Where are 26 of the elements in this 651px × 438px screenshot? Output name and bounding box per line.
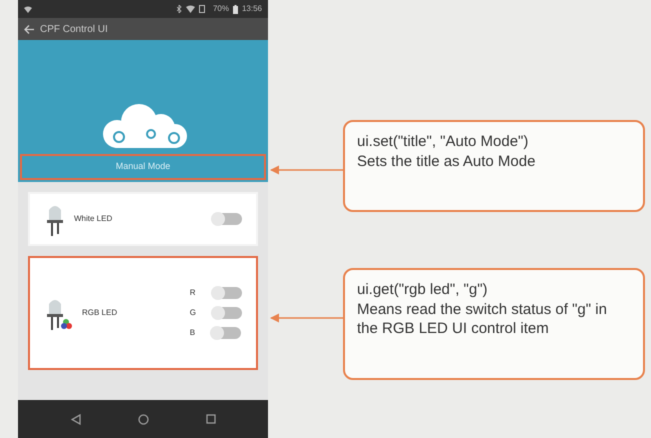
callout-text: Means read the switch status of "g" in the RGB LED UI control item — [357, 300, 608, 338]
control-label: RGB LED — [82, 307, 118, 319]
sim-icon — [198, 5, 205, 13]
control-label: White LED — [74, 213, 112, 225]
mode-title: Manual Mode — [20, 154, 266, 180]
battery-text: 70% — [212, 3, 229, 15]
back-icon[interactable] — [70, 414, 80, 424]
switch-label: G — [190, 307, 196, 319]
wifi-icon — [186, 5, 195, 13]
switch-label: R — [190, 287, 196, 299]
toggle-switch[interactable] — [212, 287, 242, 299]
toggle-switch[interactable] — [211, 327, 242, 339]
home-icon[interactable] — [138, 414, 148, 424]
back-arrow-icon[interactable] — [24, 24, 34, 34]
toggle-switch[interactable] — [212, 307, 242, 319]
notification-icon — [24, 6, 32, 12]
app-title: CPF Control UI — [40, 22, 108, 36]
time-text: 13:56 — [242, 3, 262, 15]
code-line: ui.get("rgb led", "g") — [357, 280, 489, 300]
callout-text: Sets the title as Auto Mode — [357, 152, 536, 171]
bluetooth-icon — [176, 5, 182, 13]
switch-label: B — [190, 327, 196, 339]
battery-icon — [232, 4, 238, 14]
recent-apps-icon[interactable] — [206, 414, 216, 424]
toggle-switch[interactable] — [212, 213, 242, 225]
code-line: ui.set("title", "Auto Mode") — [357, 132, 530, 152]
